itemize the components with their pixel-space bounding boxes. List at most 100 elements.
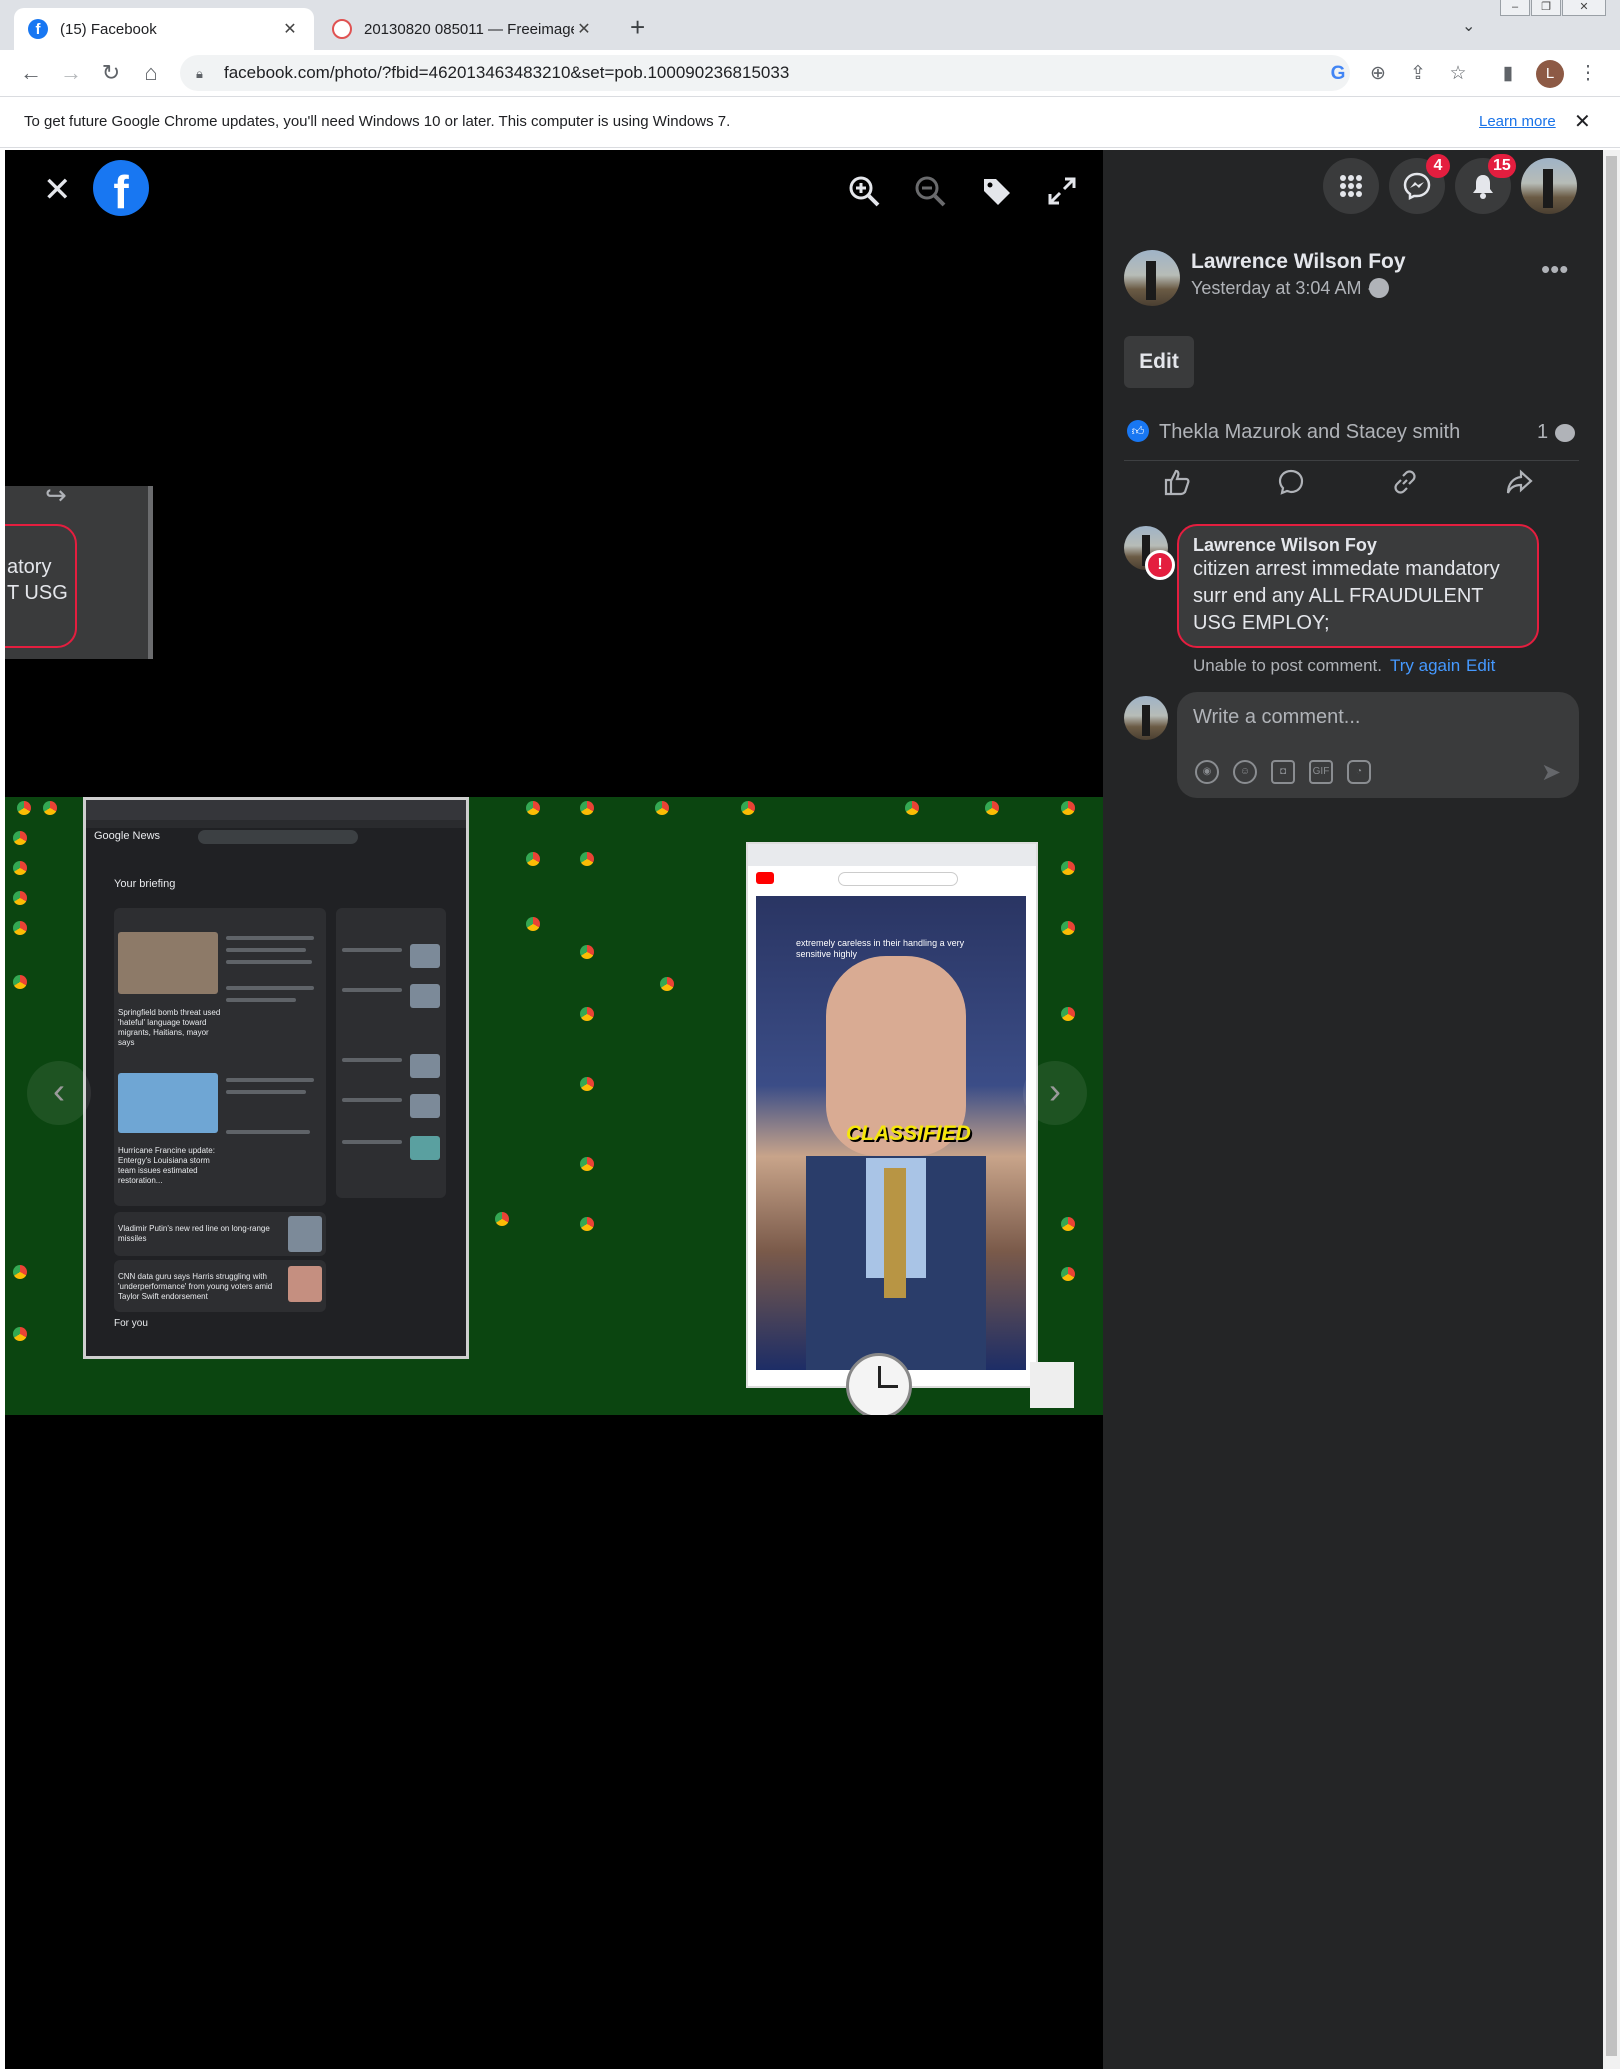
desktop-icon — [526, 917, 540, 931]
zoom-in-icon[interactable] — [847, 174, 881, 216]
side-panel-icon[interactable]: ▮ — [1496, 62, 1520, 86]
top-stories-card: Springfield bomb threat used 'hateful' l… — [114, 908, 326, 1206]
scrollbar-thumb[interactable] — [1606, 156, 1617, 2056]
reload-icon[interactable]: ↻ — [94, 56, 128, 90]
desktop-icon — [13, 861, 27, 875]
text-line — [226, 986, 314, 990]
post-author[interactable]: Lawrence Wilson Foy — [1191, 250, 1406, 274]
bookmark-star-icon[interactable]: ☆ — [1446, 62, 1470, 86]
edit-comment-link[interactable]: Edit — [1466, 656, 1495, 676]
forward-arrow-icon[interactable]: → — [54, 56, 88, 90]
try-again-link[interactable]: Try again — [1390, 656, 1460, 676]
zoom-icon[interactable]: ⊕ — [1366, 62, 1390, 86]
update-infobar: To get future Google Chrome updates, you… — [0, 96, 1620, 148]
desktop-icon — [1061, 1007, 1075, 1021]
close-tab-icon[interactable]: ✕ — [574, 19, 594, 39]
person-tie — [884, 1168, 906, 1298]
composer-avatar[interactable] — [1124, 696, 1168, 740]
comment-error: Unable to post comment. — [1193, 656, 1382, 675]
tag-icon[interactable] — [981, 176, 1013, 216]
desktop-icon — [13, 975, 27, 989]
next-photo-arrow-icon[interactable]: › — [1023, 1061, 1087, 1125]
home-icon[interactable]: ⌂ — [134, 56, 168, 90]
desktop-icon — [13, 831, 27, 845]
story-headline: Hurricane Francine update: Entergy's Lou… — [118, 1146, 215, 1185]
comment-input[interactable]: Write a comment... ◉ ☺ ◘ GIF ◔ ➤ — [1177, 692, 1579, 798]
desktop-icon — [655, 801, 669, 815]
like-button[interactable] — [1159, 468, 1195, 504]
tab-facebook[interactable]: f (15) Facebook ✕ — [14, 8, 314, 50]
clock-hand — [878, 1385, 898, 1388]
facebook-favicon-icon: f — [28, 19, 48, 39]
fullscreen-icon[interactable] — [1047, 176, 1077, 214]
close-viewer-icon[interactable]: ✕ — [43, 170, 72, 210]
share-button[interactable] — [1501, 468, 1537, 504]
tab-search-chevron-icon[interactable]: ⌄ — [1462, 16, 1475, 36]
sticker-icon[interactable]: ◔ — [1347, 760, 1371, 784]
comment-author[interactable]: Lawrence Wilson Foy — [1193, 534, 1523, 556]
desktop-icon — [526, 852, 540, 866]
maximize-button[interactable]: ❐ — [1531, 0, 1561, 16]
snippet-text: atory T USG — [7, 556, 68, 604]
divider — [1124, 460, 1579, 461]
author-avatar[interactable] — [1124, 250, 1180, 306]
desktop-icon — [1061, 801, 1075, 815]
learn-more-link[interactable]: Learn more — [1479, 113, 1556, 130]
emoji-icon[interactable]: ☺ — [1233, 760, 1257, 784]
previous-photo-arrow-icon[interactable]: ‹ — [27, 1061, 91, 1125]
share-icon[interactable]: ⇪ — [1406, 62, 1430, 86]
desktop-icon — [580, 1217, 594, 1231]
google-lens-icon[interactable]: G — [1326, 62, 1350, 86]
back-arrow-icon[interactable]: ← — [14, 56, 48, 90]
video-frame: extremely careless in their handling a v… — [756, 896, 1026, 1370]
desktop-icon — [741, 801, 755, 815]
text-line — [226, 948, 306, 952]
text-line — [226, 1090, 306, 1094]
youtube-logo-icon — [756, 872, 774, 884]
camera-icon[interactable]: ◘ — [1271, 760, 1295, 784]
tab-title: 20130820 085011 — Freeimage.host — [364, 20, 574, 38]
window-titlebar — [748, 844, 1036, 866]
story-image — [410, 1054, 440, 1078]
text-line — [226, 960, 312, 964]
edit-post-button[interactable]: Edit — [1124, 336, 1194, 388]
new-tab-button[interactable]: + — [630, 12, 645, 43]
comment-button[interactable] — [1273, 468, 1309, 504]
desktop-icon — [660, 977, 674, 991]
account-avatar[interactable] — [1521, 158, 1577, 214]
tab-freeimage[interactable]: 20130820 085011 — Freeimage.host ✕ — [318, 8, 608, 50]
more-options-icon[interactable]: ••• — [1541, 254, 1568, 285]
window-urlbar — [86, 820, 466, 828]
zoom-out-icon[interactable] — [913, 174, 947, 216]
avatar-sticker-icon[interactable]: ◉ — [1195, 760, 1219, 784]
story-image — [118, 1073, 218, 1133]
menu-grid-icon[interactable] — [1323, 158, 1379, 214]
desktop-icon — [13, 1327, 27, 1341]
desktop-icon — [1061, 921, 1075, 935]
facebook-logo-icon[interactable]: f — [93, 160, 149, 218]
post-photo[interactable]: Google News Your briefing Springfield bo… — [5, 797, 1103, 1415]
page-scrollbar[interactable] — [1603, 150, 1620, 2069]
infobar-close-icon[interactable]: ✕ — [1574, 109, 1591, 134]
gif-icon[interactable]: GIF — [1309, 760, 1333, 784]
copy-link-button[interactable] — [1387, 468, 1423, 504]
close-window-button[interactable]: ✕ — [1562, 0, 1606, 16]
desktop-calendar-gadget — [1030, 1362, 1074, 1408]
send-icon[interactable]: ➤ — [1541, 758, 1561, 787]
minimize-button[interactable]: – — [1500, 0, 1530, 16]
comment-count[interactable]: 1 — [1537, 421, 1548, 444]
notifications-badge: 15 — [1488, 154, 1516, 178]
close-tab-icon[interactable]: ✕ — [280, 19, 300, 39]
freeimage-favicon-icon — [332, 19, 352, 39]
more-menu-icon[interactable]: ⋮ — [1576, 62, 1600, 86]
address-bar[interactable]: 🔒︎ facebook.com/photo/?fbid=462013463483… — [180, 55, 1350, 91]
youtube-window: extremely careless in their handling a v… — [746, 842, 1038, 1388]
text-line — [342, 1098, 402, 1102]
profile-avatar[interactable]: L — [1536, 60, 1564, 88]
youtube-search — [838, 872, 958, 886]
reactions-summary[interactable]: Thekla Mazurok and Stacey smith — [1159, 421, 1460, 444]
text-line — [342, 948, 402, 952]
post-time[interactable]: Yesterday at 3:04 AM · — [1191, 278, 1372, 299]
desktop-icon — [1061, 861, 1075, 875]
snippet-bubble: atory T USG — [5, 524, 77, 648]
